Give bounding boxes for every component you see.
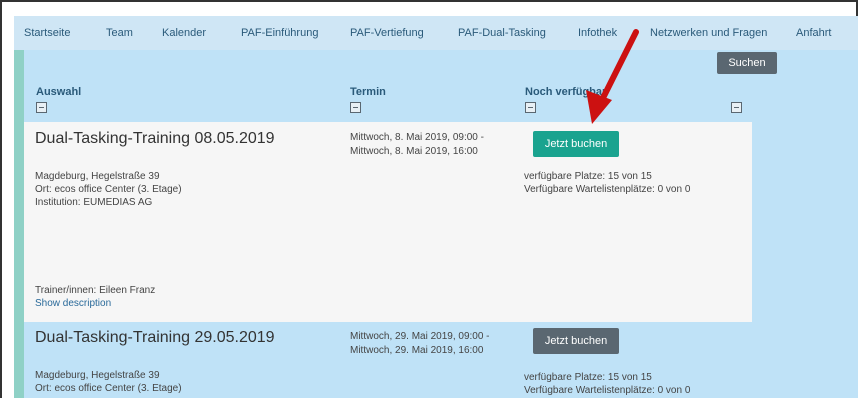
- search-button[interactable]: Suchen: [717, 52, 777, 74]
- event-date-start: Mittwoch, 29. Mai 2019, 09:00 -: [350, 331, 490, 342]
- event-date-end: Mittwoch, 8. Mai 2019, 16:00: [350, 146, 478, 157]
- left-accent-strip: [14, 50, 24, 398]
- annotation-arrow-icon: [586, 29, 639, 124]
- nav-item-paf-vertiefung[interactable]: PAF-Vertiefung: [350, 27, 424, 39]
- collapse-icon[interactable]: [525, 102, 536, 113]
- event-address: Magdeburg, Hegelstraße 39: [35, 171, 160, 182]
- show-description-link[interactable]: Show description: [35, 297, 111, 310]
- nav-item-paf-einfuehrung[interactable]: PAF-Einführung: [241, 27, 318, 39]
- book-now-button[interactable]: Jetzt buchen: [533, 328, 619, 354]
- nav-item-anfahrt[interactable]: Anfahrt: [796, 27, 831, 39]
- collapse-icon[interactable]: [731, 102, 742, 113]
- waitlist-places: Verfügbare Wartelistenplätze: 0 von 0: [524, 184, 691, 195]
- column-header-auswahl[interactable]: Auswahl: [36, 86, 81, 98]
- event-title: Dual-Tasking-Training 29.05.2019: [35, 329, 275, 346]
- available-places: verfügbare Platze: 15 von 15: [524, 372, 652, 383]
- nav-item-netzwerken[interactable]: Netzwerken und Fragen: [650, 27, 767, 39]
- nav-item-kalender[interactable]: Kalender: [162, 27, 206, 39]
- book-now-button[interactable]: Jetzt buchen: [533, 131, 619, 157]
- event-address: Magdeburg, Hegelstraße 39: [35, 370, 160, 381]
- available-places: verfügbare Platze: 15 von 15: [524, 171, 652, 182]
- event-trainer: Trainer/innen: Eileen Franz: [35, 285, 156, 296]
- collapse-icon[interactable]: [36, 102, 47, 113]
- nav-item-paf-dual-tasking[interactable]: PAF-Dual-Tasking: [458, 27, 546, 39]
- event-date-end: Mittwoch, 29. Mai 2019, 16:00: [350, 345, 484, 356]
- top-navigation: Startseite Team Kalender PAF-Einführung …: [14, 16, 858, 50]
- nav-item-startseite[interactable]: Startseite: [24, 27, 70, 39]
- event-date-start: Mittwoch, 8. Mai 2019, 09:00 -: [350, 132, 484, 143]
- nav-item-team[interactable]: Team: [106, 27, 133, 39]
- event-location: Ort: ecos office Center (3. Etage): [35, 184, 182, 195]
- event-institution: Institution: EUMEDIAS AG: [35, 197, 153, 208]
- column-header-termin[interactable]: Termin: [350, 86, 386, 98]
- waitlist-places: Verfügbare Wartelistenplätze: 0 von 0: [524, 385, 691, 396]
- event-title: Dual-Tasking-Training 08.05.2019: [35, 130, 275, 147]
- event-location: Ort: ecos office Center (3. Etage): [35, 383, 182, 394]
- collapse-icon[interactable]: [350, 102, 361, 113]
